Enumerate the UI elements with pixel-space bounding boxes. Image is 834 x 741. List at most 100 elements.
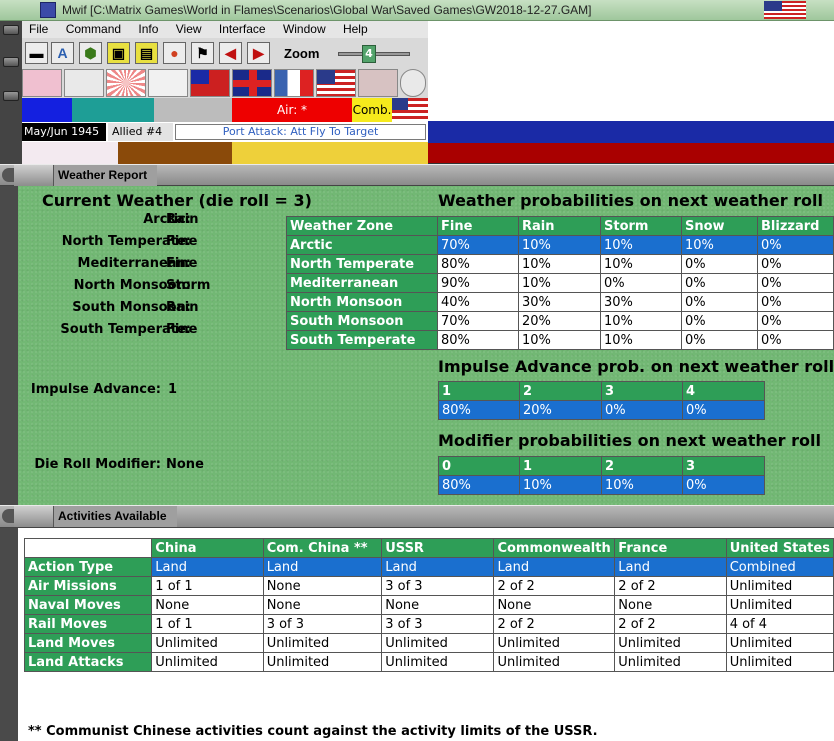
column-header[interactable]: Weather Zone bbox=[286, 216, 438, 236]
column-header[interactable]: Fine bbox=[437, 216, 519, 236]
table-cell: Unlimited bbox=[725, 595, 834, 615]
menu-help[interactable]: Help bbox=[336, 21, 375, 36]
column-header[interactable]: China bbox=[151, 538, 264, 558]
menu-command[interactable]: Command bbox=[59, 21, 128, 36]
menu-file[interactable]: File bbox=[22, 21, 55, 36]
zoom-slider-thumb[interactable]: 4 bbox=[362, 45, 376, 63]
menu-window[interactable]: Window bbox=[276, 21, 333, 36]
table-cell: 10% bbox=[518, 273, 601, 293]
flag-icon[interactable]: ⚑ bbox=[191, 42, 214, 64]
rail-knob[interactable] bbox=[3, 25, 19, 35]
table-cell: 2 of 2 bbox=[614, 576, 727, 596]
flag-icon[interactable] bbox=[148, 69, 188, 97]
table-row[interactable]: Mediterranean 90% 10% 0% 0% 0% bbox=[286, 273, 834, 293]
flag-icon[interactable] bbox=[22, 69, 62, 97]
column-header[interactable]: 3 bbox=[682, 456, 765, 476]
zone-value: Fine bbox=[166, 234, 198, 249]
column-header[interactable]: Rain bbox=[518, 216, 601, 236]
menu-info[interactable]: Info bbox=[131, 21, 165, 36]
table-cell: 4 of 4 bbox=[725, 614, 834, 634]
target-icon[interactable] bbox=[400, 69, 426, 97]
panel-grip[interactable] bbox=[14, 165, 54, 186]
table-row[interactable]: Air Missions 1 of 1 None 3 of 3 2 of 2 2… bbox=[23, 576, 834, 596]
table-cell: Unlimited bbox=[262, 633, 383, 653]
left-rail bbox=[0, 21, 22, 164]
table-cell: Land bbox=[493, 557, 616, 577]
side-color-bar: Air: * Comb. bbox=[22, 98, 428, 122]
rail-knob[interactable] bbox=[3, 91, 19, 101]
unit-icon[interactable]: ▣ bbox=[107, 42, 130, 64]
phase-indicator[interactable]: Port Attack: Att Fly To Target bbox=[175, 124, 426, 140]
table-row[interactable]: South Temperate 80% 10% 10% 0% 0% bbox=[286, 330, 834, 350]
table-row[interactable]: Action Type Land Land Land Land Land Com… bbox=[23, 557, 834, 577]
column-header[interactable]: 4 bbox=[682, 381, 765, 401]
font-button[interactable]: A bbox=[51, 42, 74, 64]
weather-panel-title: Weather Report bbox=[54, 165, 158, 186]
table-cell: None bbox=[262, 595, 383, 615]
table-cell: 3 of 3 bbox=[381, 576, 495, 596]
bottom-stripe bbox=[22, 142, 428, 164]
column-header[interactable]: Commonwealth bbox=[493, 538, 616, 558]
column-header[interactable]: 1 bbox=[438, 381, 520, 401]
table-row[interactable]: Land Attacks Unlimited Unlimited Unlimit… bbox=[23, 652, 834, 672]
table-row[interactable]: Rail Moves 1 of 1 3 of 3 3 of 3 2 of 2 2… bbox=[23, 614, 834, 634]
tank-icon[interactable]: ▬ bbox=[25, 42, 48, 64]
column-header[interactable]: 2 bbox=[601, 456, 683, 476]
table-cell: Unlimited bbox=[725, 576, 834, 596]
column-header[interactable]: United States bbox=[725, 538, 834, 558]
column-header[interactable]: Snow bbox=[681, 216, 758, 236]
table-cell: Naval Moves bbox=[23, 595, 153, 615]
table-row[interactable]: South Monsoon 70% 20% 10% 0% 0% bbox=[286, 311, 834, 331]
menu-interface[interactable]: Interface bbox=[212, 21, 273, 36]
menu-view[interactable]: View bbox=[169, 21, 209, 36]
column-header[interactable]: Blizzard bbox=[757, 216, 834, 236]
table-cell: Rail Moves bbox=[23, 614, 153, 634]
table-cell: Unlimited bbox=[381, 652, 495, 672]
column-header[interactable]: 1 bbox=[519, 456, 602, 476]
panel-grip[interactable] bbox=[14, 506, 54, 527]
table-row[interactable]: North Temperate 80% 10% 10% 0% 0% bbox=[286, 254, 834, 274]
table-row[interactable]: 80% 10% 10% 0% bbox=[438, 475, 765, 495]
column-header[interactable]: 3 bbox=[601, 381, 683, 401]
column-header[interactable]: Storm bbox=[600, 216, 682, 236]
table-cell: Unlimited bbox=[493, 652, 616, 672]
map-panel[interactable] bbox=[428, 21, 834, 164]
table-cell: 80% bbox=[438, 400, 520, 420]
ussr-flag-icon[interactable] bbox=[358, 69, 398, 97]
arrow-left-icon[interactable]: ◀ bbox=[219, 42, 242, 64]
table-cell: 0% bbox=[757, 311, 834, 331]
table-cell: 1 of 1 bbox=[151, 614, 264, 634]
activities-panel: China Com. China ** USSR Commonwealth Fr… bbox=[18, 528, 834, 741]
us-flag-icon[interactable] bbox=[316, 69, 356, 97]
table-cell: 0% bbox=[757, 292, 834, 312]
column-header[interactable]: 2 bbox=[519, 381, 602, 401]
table-cell: 40% bbox=[437, 292, 519, 312]
table-row[interactable]: Naval Moves None None None None None Unl… bbox=[23, 595, 834, 615]
activities-panel-title: Activities Available bbox=[54, 506, 177, 527]
uk-flag-icon[interactable] bbox=[232, 69, 272, 97]
table-cell: 3 of 3 bbox=[262, 614, 383, 634]
column-header[interactable]: USSR bbox=[381, 538, 495, 558]
table-row[interactable]: 80% 20% 0% 0% bbox=[438, 400, 765, 420]
china-flag-icon[interactable] bbox=[190, 69, 230, 97]
table-cell: 10% bbox=[518, 330, 601, 350]
japan-flag-icon[interactable] bbox=[106, 69, 146, 97]
rail-knob[interactable] bbox=[3, 57, 19, 67]
table-row[interactable]: North Monsoon 40% 30% 30% 0% 0% bbox=[286, 292, 834, 312]
france-flag-icon[interactable] bbox=[274, 69, 314, 97]
table-cell: 0% bbox=[600, 273, 682, 293]
table-row[interactable]: Land Moves Unlimited Unlimited Unlimited… bbox=[23, 633, 834, 653]
flame-icon[interactable]: ● bbox=[163, 42, 186, 64]
table-row[interactable]: Arctic 70% 10% 10% 10% 0% bbox=[286, 235, 834, 255]
arrow-right-icon[interactable]: ▶ bbox=[247, 42, 270, 64]
hex-icon[interactable]: ⬢ bbox=[79, 42, 102, 64]
column-header[interactable]: France bbox=[614, 538, 727, 558]
column-header[interactable]: Com. China ** bbox=[262, 538, 383, 558]
unit-stack-icon[interactable]: ▤ bbox=[135, 42, 158, 64]
table-cell: 0% bbox=[682, 400, 765, 420]
left-rail bbox=[0, 528, 18, 741]
table-cell: 0% bbox=[757, 273, 834, 293]
column-header[interactable]: 0 bbox=[438, 456, 520, 476]
flag-icon[interactable] bbox=[64, 69, 104, 97]
table-cell: Action Type bbox=[23, 557, 153, 577]
